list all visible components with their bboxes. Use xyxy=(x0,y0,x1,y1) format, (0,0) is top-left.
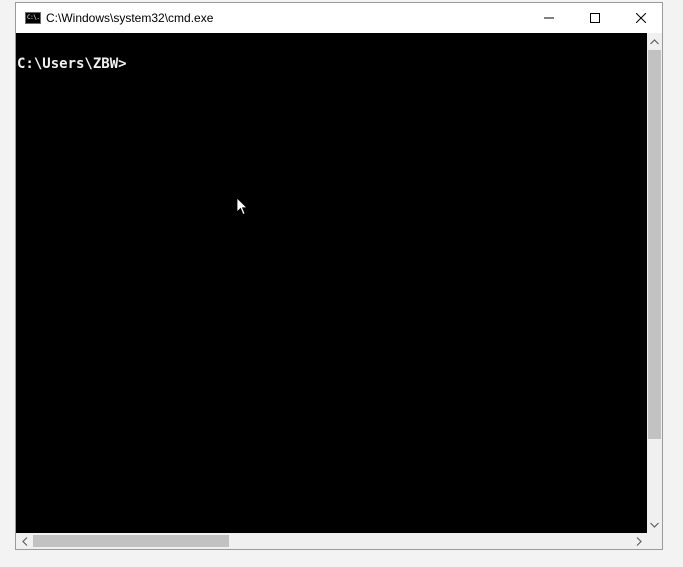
chevron-right-icon xyxy=(636,536,642,546)
cmd-window: C:\. C:\Windows\system32\cmd.exe C:\User… xyxy=(15,2,663,550)
cmd-icon-label: C:\. xyxy=(27,14,40,21)
window-title: C:\Windows\system32\cmd.exe xyxy=(46,11,214,25)
minimize-icon xyxy=(544,17,554,19)
horizontal-scrollbar[interactable] xyxy=(16,533,647,549)
chevron-down-icon xyxy=(650,522,659,528)
vertical-scrollbar[interactable] xyxy=(647,33,662,533)
title-bar[interactable]: C:\. C:\Windows\system32\cmd.exe xyxy=(16,3,662,33)
command-prompt[interactable]: C:\Users\ZBW> xyxy=(17,56,127,72)
scrollbar-corner xyxy=(647,533,662,549)
cmd-icon[interactable]: C:\. xyxy=(25,12,41,24)
close-button[interactable] xyxy=(618,3,664,33)
scroll-right-button[interactable] xyxy=(630,533,647,549)
maximize-button[interactable] xyxy=(572,3,618,33)
scroll-left-button[interactable] xyxy=(16,533,33,549)
mouse-pointer-icon xyxy=(236,197,248,216)
scroll-up-button[interactable] xyxy=(647,33,662,50)
close-icon xyxy=(636,13,646,23)
horizontal-scroll-thumb[interactable] xyxy=(33,535,229,547)
chevron-up-icon xyxy=(650,38,659,44)
maximize-icon xyxy=(590,13,600,23)
vertical-scroll-thumb[interactable] xyxy=(648,50,661,439)
console-output[interactable]: C:\Users\ZBW> xyxy=(16,33,647,533)
chevron-left-icon xyxy=(21,536,27,546)
scroll-down-button[interactable] xyxy=(647,516,662,533)
minimize-button[interactable] xyxy=(526,3,572,33)
